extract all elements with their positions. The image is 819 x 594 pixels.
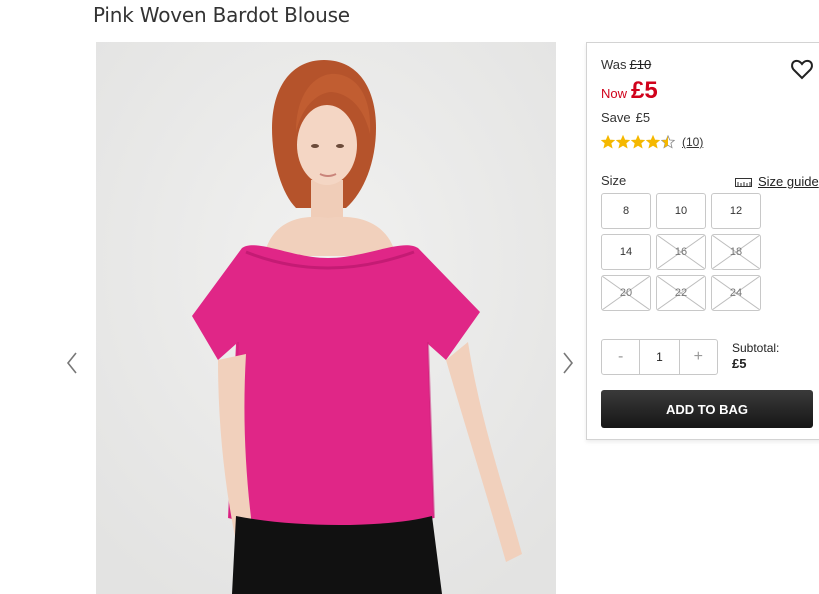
size-option-label: 20 xyxy=(619,287,633,299)
gallery-prev-button[interactable] xyxy=(62,348,82,378)
add-to-bag-button[interactable]: ADD TO BAG xyxy=(601,390,813,428)
size-option-label: 14 xyxy=(619,246,633,258)
size-option-12[interactable]: 12 xyxy=(711,193,761,229)
size-option-label: 24 xyxy=(729,287,743,299)
heart-icon xyxy=(791,59,813,80)
now-price: Now £5 xyxy=(601,77,658,105)
size-guide-label: Size guide xyxy=(758,174,819,189)
ruler-icon xyxy=(735,178,752,187)
chevron-left-icon xyxy=(66,352,77,374)
was-label: Was xyxy=(601,57,627,72)
quantity-value[interactable]: 1 xyxy=(639,340,680,374)
size-option-14[interactable]: 14 xyxy=(601,234,651,270)
star-icon xyxy=(601,135,615,149)
save-amount: Save £5 xyxy=(601,110,650,125)
star-icon xyxy=(646,135,660,149)
save-label: Save xyxy=(601,110,631,125)
was-price: Was £10 xyxy=(601,57,651,72)
subtotal-value: £5 xyxy=(732,356,747,371)
product-image[interactable] xyxy=(96,42,556,594)
size-option-18[interactable]: 18 xyxy=(711,234,761,270)
size-option-10[interactable]: 10 xyxy=(656,193,706,229)
product-title: Pink Woven Bardot Blouse xyxy=(93,3,350,27)
size-option-20[interactable]: 20 xyxy=(601,275,651,311)
quantity-decrease-button[interactable]: - xyxy=(602,340,639,374)
star-icon xyxy=(616,135,630,149)
was-value: £10 xyxy=(629,57,652,72)
size-option-22[interactable]: 22 xyxy=(656,275,706,311)
now-label: Now xyxy=(601,86,628,101)
save-value: £5 xyxy=(635,110,651,125)
now-value: £5 xyxy=(631,77,658,104)
star-icon xyxy=(631,135,645,149)
review-count-link[interactable]: (10) xyxy=(682,135,703,149)
size-label: Size xyxy=(601,173,627,188)
size-option-label: 8 xyxy=(622,205,630,217)
size-guide-link[interactable]: Size guide xyxy=(735,174,819,189)
wishlist-button[interactable] xyxy=(790,57,814,81)
size-option-label: 16 xyxy=(674,246,688,258)
subtotal: Subtotal: £5 xyxy=(732,341,779,371)
size-option-16[interactable]: 16 xyxy=(656,234,706,270)
size-option-label: 12 xyxy=(729,205,743,217)
size-option-8[interactable]: 8 xyxy=(601,193,651,229)
rating: (10) xyxy=(601,135,703,149)
gallery-next-button[interactable] xyxy=(558,348,578,378)
size-option-24[interactable]: 24 xyxy=(711,275,761,311)
star-rating xyxy=(601,135,676,149)
star-icon xyxy=(661,135,675,149)
chevron-right-icon xyxy=(563,352,574,374)
size-option-label: 18 xyxy=(729,246,743,258)
purchase-panel: Was £10 Now £5 Save £5 (10) Size Size guide… xyxy=(586,42,819,440)
quantity-stepper: - 1 + xyxy=(601,339,718,375)
subtotal-label: Subtotal: xyxy=(732,341,780,355)
size-option-label: 10 xyxy=(674,205,688,217)
quantity-increase-button[interactable]: + xyxy=(680,340,717,374)
model-photo xyxy=(96,42,556,594)
size-option-label: 22 xyxy=(674,287,688,299)
